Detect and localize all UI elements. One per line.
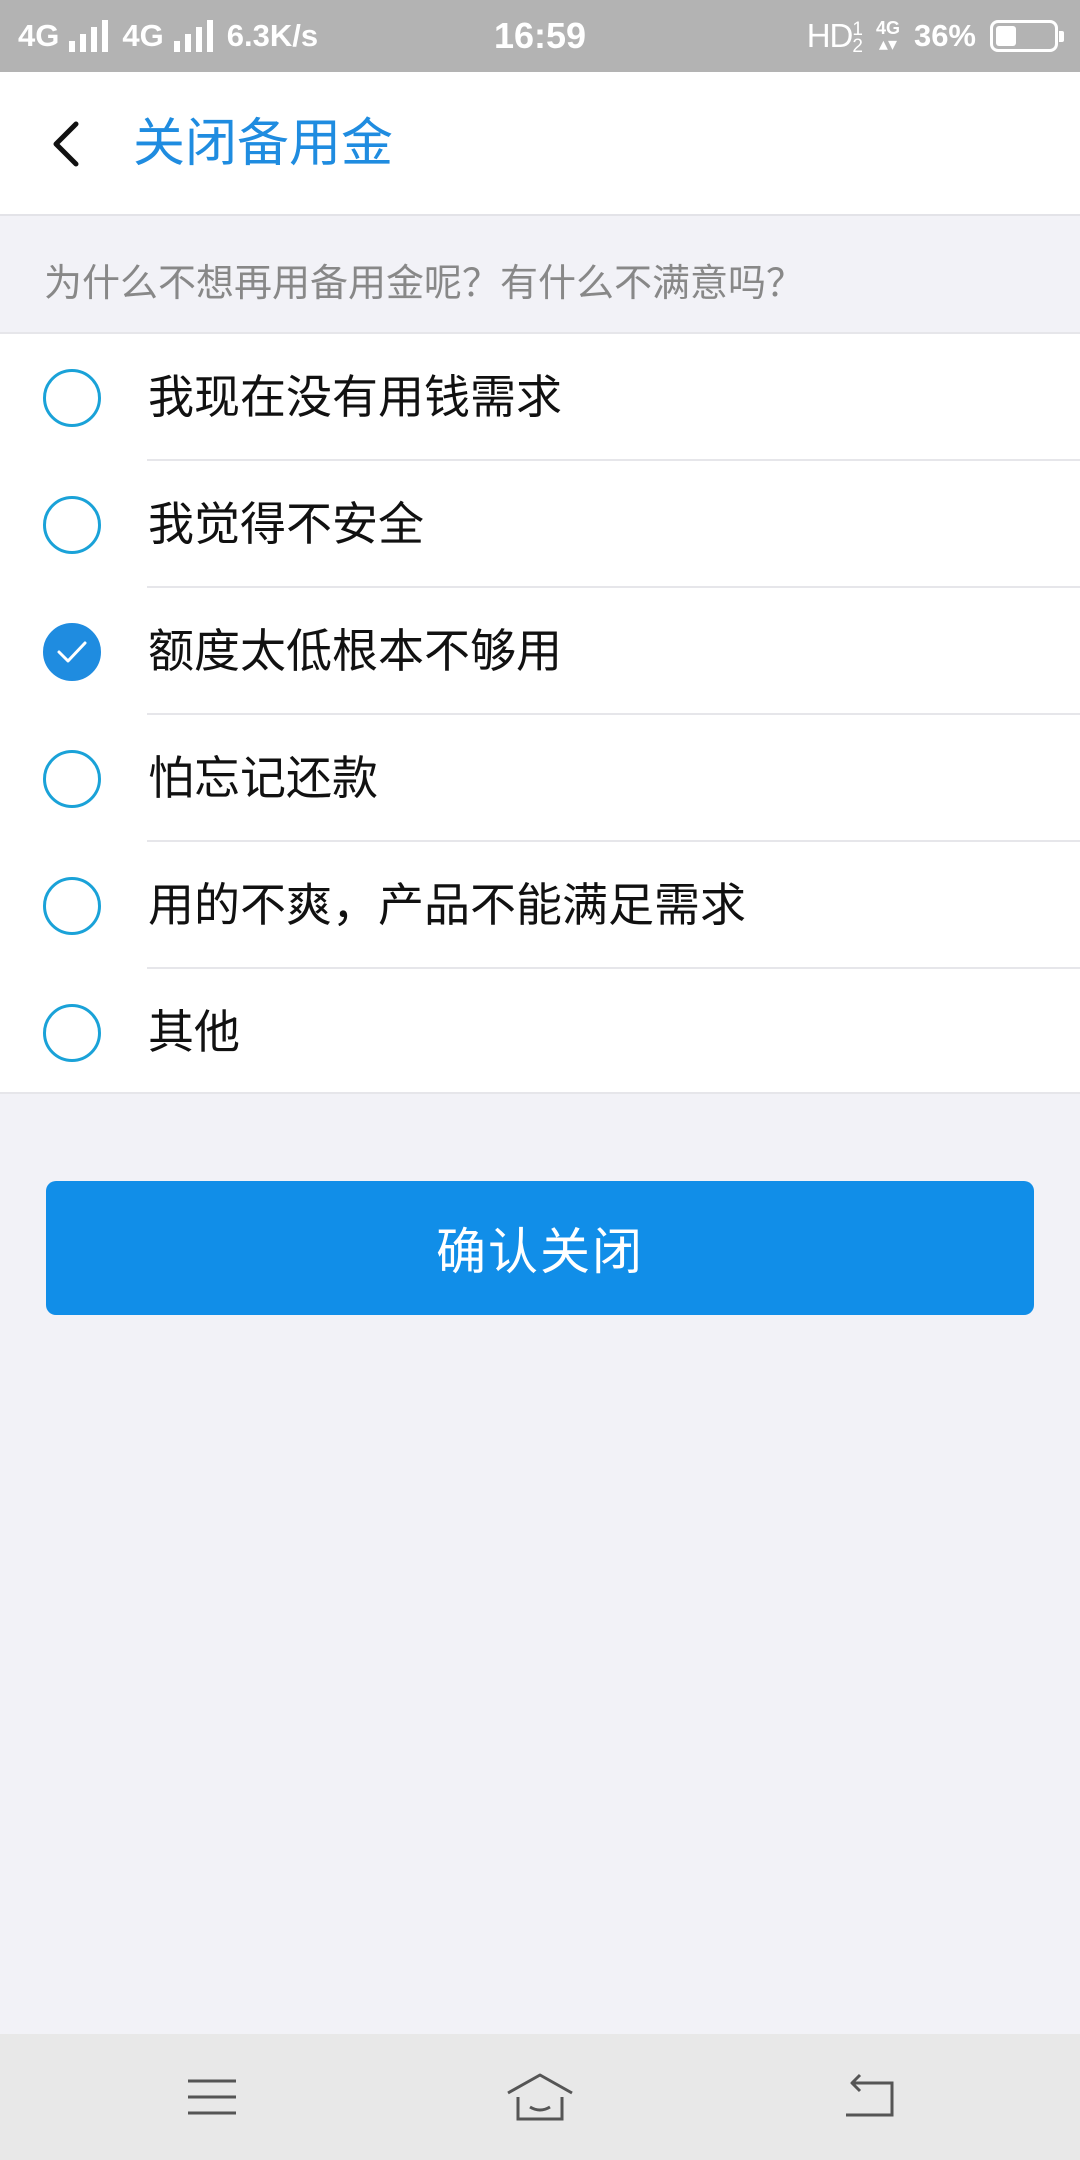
option-item[interactable]: 其他	[0, 969, 1080, 1096]
app-bar: 关闭备用金	[0, 72, 1080, 216]
hd-label: HD	[806, 16, 854, 54]
option-item[interactable]: 怕忘记还款	[0, 715, 1080, 842]
hd-indicator: HD 1 2	[806, 16, 863, 58]
battery-level	[996, 26, 1017, 46]
battery-icon	[990, 20, 1064, 52]
radio-button[interactable]	[43, 877, 101, 935]
page-title: 关闭备用金	[133, 114, 394, 174]
home-icon	[507, 2073, 573, 2121]
radio-button[interactable]	[43, 623, 101, 681]
status-bar: 4G 4G 6.3K/s 16:59 HD 1 2 4G ▴▾ 36%	[0, 0, 1080, 72]
radio-button[interactable]	[43, 369, 101, 427]
reason-options-list: 我现在没有用钱需求 我觉得不安全 额度太低根本不够用 怕忘记还款 用的不爽，产品…	[0, 332, 1080, 1094]
menu-button[interactable]	[112, 2034, 312, 2160]
mini-network-icon: 4G ▴▾	[875, 18, 900, 54]
option-label: 我现在没有用钱需求	[148, 370, 562, 424]
confirm-close-button[interactable]: 确认关闭	[46, 1181, 1034, 1315]
option-item[interactable]: 用的不爽，产品不能满足需求	[0, 842, 1080, 969]
question-prompt: 为什么不想再用备用金呢？有什么不满意吗？	[44, 261, 805, 305]
home-button[interactable]	[440, 2034, 640, 2160]
status-right: HD 1 2 4G ▴▾ 36%	[806, 0, 1064, 72]
return-button[interactable]	[768, 2034, 968, 2160]
option-item[interactable]: 我觉得不安全	[0, 461, 1080, 588]
mini-network-label: 4G	[875, 18, 900, 38]
chevron-left-icon[interactable]	[40, 114, 100, 174]
return-icon	[846, 2073, 894, 2117]
battery-text: 36%	[913, 18, 976, 53]
option-item[interactable]: 我现在没有用钱需求	[0, 334, 1080, 461]
radio-button[interactable]	[43, 496, 101, 554]
radio-button[interactable]	[43, 750, 101, 808]
option-label: 其他	[148, 1005, 240, 1059]
option-label: 我觉得不安全	[148, 497, 424, 551]
hd-sub: 2	[852, 36, 863, 58]
option-label: 额度太低根本不够用	[148, 624, 562, 678]
option-label: 怕忘记还款	[148, 751, 378, 805]
radio-button[interactable]	[43, 1004, 101, 1062]
menu-icon	[188, 2079, 236, 2115]
option-item[interactable]: 额度太低根本不够用	[0, 588, 1080, 715]
checkmark-icon	[57, 641, 87, 663]
option-label: 用的不爽，产品不能满足需求	[148, 878, 746, 932]
system-nav-bar	[0, 2034, 1080, 2160]
